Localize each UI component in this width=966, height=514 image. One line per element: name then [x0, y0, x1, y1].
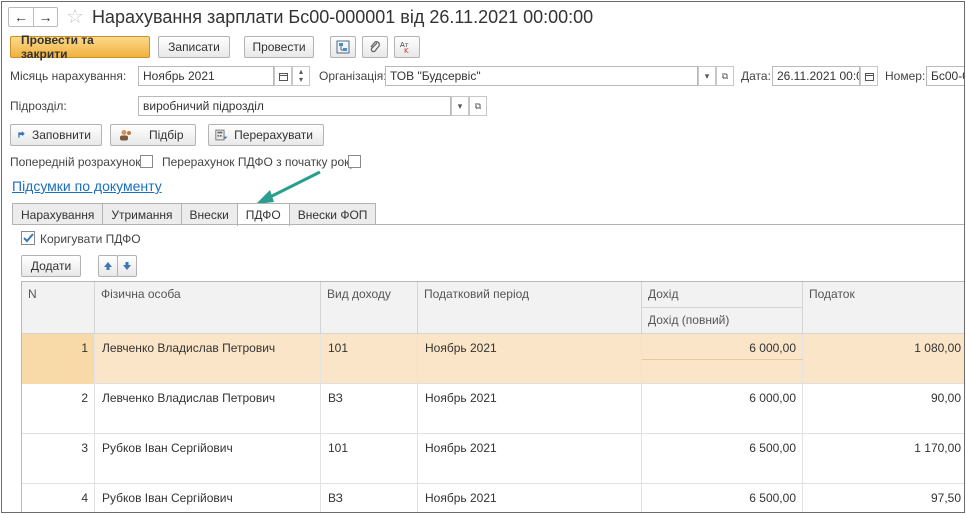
cell-income: 6 500,00	[642, 484, 803, 512]
fill-label: Заповнити	[32, 128, 91, 142]
calendar-icon[interactable]	[860, 66, 878, 86]
organization-label: Організація:	[319, 69, 387, 83]
header-tax[interactable]: Податок	[803, 282, 964, 334]
cell-period: Ноябрь 2021	[418, 434, 642, 484]
cell-income-type: 101	[321, 434, 418, 484]
move-buttons	[98, 255, 137, 277]
tab-pdfo[interactable]: ПДФО	[236, 203, 290, 226]
open-icon[interactable]: ⧉	[716, 66, 734, 86]
move-up-icon[interactable]	[98, 255, 118, 277]
calendar-icon[interactable]	[274, 66, 292, 86]
cell-person: Рубков Іван Сергійович	[95, 484, 321, 512]
back-button[interactable]: ←	[9, 8, 33, 26]
date-label: Дата:	[741, 69, 771, 83]
spin-icon[interactable]: ▴ ▾	[292, 66, 310, 86]
table-row[interactable]: 2 Левченко Владислав Петрович ВЗ Ноябрь …	[22, 384, 964, 434]
preliminary-calc-label: Попередній розрахунок:	[10, 155, 144, 169]
cell-tax: 97,50	[803, 484, 964, 512]
cell-period: Ноябрь 2021	[418, 384, 642, 434]
tab-deductions[interactable]: Утримання	[102, 203, 182, 225]
preliminary-calc-checkbox[interactable]	[140, 155, 153, 168]
tab-accruals[interactable]: Нарахування	[12, 203, 104, 225]
row-divider	[642, 359, 803, 360]
dropdown-icon[interactable]: ▾	[451, 96, 469, 116]
organization-field[interactable]: ТОВ "Будсервіс"	[385, 66, 698, 86]
pdfo-recalc-checkbox[interactable]	[348, 155, 361, 168]
people-icon	[120, 130, 131, 141]
number-field[interactable]: Бс00-00	[926, 66, 964, 86]
select-label: Підбір	[149, 128, 184, 142]
cell-income-type: ВЗ	[321, 384, 418, 434]
number-label: Номер:	[885, 69, 926, 83]
month-field[interactable]: Ноябрь 2021	[138, 66, 274, 86]
cell-person: Рубков Іван Сергійович	[95, 434, 321, 484]
pdfo-recalc-label: Перерахунок ПДФО з початку року:	[162, 155, 359, 169]
pdfo-table: N Фізична особа Вид доходу Податковий пе…	[21, 281, 964, 512]
calculator-icon	[215, 129, 228, 141]
nav-buttons: ← →	[8, 7, 58, 27]
cell-income: 6 500,00	[642, 434, 803, 484]
tab-divider	[12, 224, 964, 225]
title-bar: ← → ☆ Нарахування зарплати Бс00-000001 в…	[8, 6, 593, 28]
cell-income-type: 101	[321, 334, 418, 384]
recalculate-label: Перерахувати	[234, 128, 313, 142]
window-title: Нарахування зарплати Бс00-000001 від 26.…	[91, 6, 594, 27]
dropdown-icon[interactable]: ▾	[698, 66, 716, 86]
tab-fop-contributions[interactable]: Внески ФОП	[288, 203, 377, 225]
cell-n: 4	[22, 484, 95, 512]
table-row[interactable]: 1 Левченко Владислав Петрович 101 Ноябрь…	[22, 334, 964, 384]
cell-income: 6 000,00	[642, 384, 803, 434]
forward-button[interactable]: →	[33, 8, 57, 26]
save-button[interactable]: Записати	[158, 36, 230, 58]
cell-person: Левченко Владислав Петрович	[95, 334, 321, 384]
department-field[interactable]: виробничий підрозділ	[138, 96, 451, 116]
svg-text:K: K	[404, 47, 409, 54]
header-income[interactable]: Дохід	[642, 282, 803, 308]
cell-tax: 1 080,00	[803, 334, 964, 384]
cell-n: 3	[22, 434, 95, 484]
move-down-icon[interactable]	[117, 255, 137, 277]
tab-contributions[interactable]: Внески	[180, 203, 238, 225]
document-window: ← → ☆ Нарахування зарплати Бс00-000001 в…	[1, 1, 965, 513]
cell-period: Ноябрь 2021	[418, 484, 642, 512]
fill-arrow-icon	[18, 131, 25, 138]
cell-income-type: ВЗ	[321, 484, 418, 512]
toolbar: Провести та закрити Записати Провести Aт…	[10, 33, 420, 61]
annotation-arrow-icon	[256, 170, 321, 204]
header-income-type[interactable]: Вид доходу	[321, 282, 418, 334]
header-n[interactable]: N	[22, 282, 95, 334]
favorite-star-icon[interactable]: ☆	[66, 7, 84, 27]
header-income-full[interactable]: Дохід (повний)	[642, 308, 803, 334]
select-button[interactable]: Підбір	[110, 124, 196, 146]
cell-tax: 1 170,00	[803, 434, 964, 484]
structure-icon[interactable]	[330, 36, 356, 58]
tab-bar: Нарахування Утримання Внески ПДФО Внески…	[12, 203, 377, 226]
adjust-pdfo-label: Коригувати ПДФО	[40, 232, 141, 246]
attachment-icon[interactable]	[362, 36, 388, 58]
post-button[interactable]: Провести	[244, 36, 314, 58]
post-and-close-button[interactable]: Провести та закрити	[10, 33, 150, 61]
spelling-icon[interactable]: AтK	[394, 36, 420, 58]
table-row[interactable]: 3 Рубков Іван Сергійович 101 Ноябрь 2021…	[22, 434, 964, 484]
cell-period: Ноябрь 2021	[418, 334, 642, 384]
adjust-pdfo-checkbox[interactable]	[21, 231, 35, 245]
department-label: Підрозділ:	[10, 99, 67, 113]
checkmark-icon	[22, 233, 34, 243]
document-summary-link[interactable]: Підсумки по документу	[12, 178, 162, 194]
date-field[interactable]: 26.11.2021 00:0	[772, 66, 860, 86]
cell-n: 1	[22, 334, 95, 384]
header-person[interactable]: Фізична особа	[95, 282, 321, 334]
cell-person: Левченко Владислав Петрович	[95, 384, 321, 434]
recalculate-button[interactable]: Перерахувати	[208, 124, 324, 146]
header-period[interactable]: Податковий період	[418, 282, 642, 334]
cell-n: 2	[22, 384, 95, 434]
fill-button[interactable]: Заповнити	[10, 124, 102, 146]
table-row[interactable]: 4 Рубков Іван Сергійович ВЗ Ноябрь 2021 …	[22, 484, 964, 512]
add-button[interactable]: Додати	[21, 255, 81, 277]
cell-tax: 90,00	[803, 384, 964, 434]
open-icon[interactable]: ⧉	[469, 96, 487, 116]
month-label: Місяць нарахування:	[10, 69, 127, 83]
